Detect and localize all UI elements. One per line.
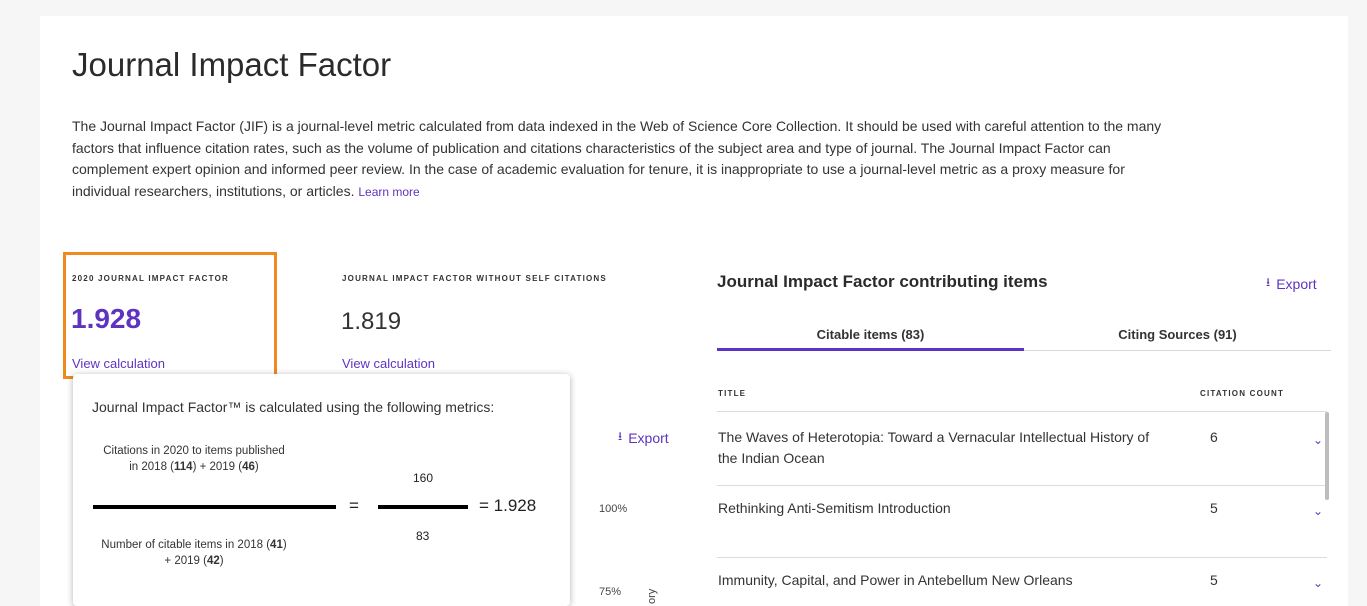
tab-citable-items[interactable]: Citable items (83) <box>717 327 1024 342</box>
chevron-down-icon[interactable]: ⌄ <box>1313 576 1323 590</box>
table-row-count: 5 <box>1210 500 1218 516</box>
description-text: The Journal Impact Factor (JIF) is a jou… <box>72 118 1162 199</box>
row-separator <box>717 557 1327 558</box>
page-description: The Journal Impact Factor (JIF) is a jou… <box>72 116 1172 203</box>
jif-result: = 1.928 <box>479 496 537 515</box>
numerator-line2: in 2018 (114) + 2019 (46) <box>129 461 259 473</box>
table-scrollbar[interactable] <box>1325 412 1329 500</box>
axis-100-label: 100% <box>599 503 628 515</box>
fraction-bar-left <box>93 505 336 509</box>
header-separator <box>717 411 1327 412</box>
active-tab-indicator <box>717 348 1024 351</box>
download-icon: ⭳ <box>618 429 623 443</box>
column-header-title[interactable]: TITLE <box>718 389 746 398</box>
self-citations-label: JOURNAL IMPACT FACTOR WITHOUT SELF CITAT… <box>342 274 607 283</box>
tab-citing-sources[interactable]: Citing Sources (91) <box>1024 327 1331 342</box>
table-row-title: Immunity, Capital, and Power in Antebell… <box>718 572 1073 588</box>
table-row-count: 6 <box>1210 429 1218 445</box>
denominator-label: Number of citable items in 2018 (41) + 2… <box>89 537 299 569</box>
chart-export-label: Export <box>628 429 669 446</box>
row-separator <box>717 485 1327 486</box>
denominator-value: 83 <box>416 529 430 543</box>
page-title: Journal Impact Factor <box>72 46 392 83</box>
numerator-label: Citations in 2020 to items published in … <box>89 443 299 475</box>
axis-75-label: 75% <box>599 586 622 598</box>
popover-title: Journal Impact Factor™ is calculated usi… <box>92 399 495 415</box>
column-header-citation-count[interactable]: CITATION COUNT <box>1200 389 1284 398</box>
contributing-export-label: Export <box>1276 275 1317 292</box>
calculation-popover: Journal Impact Factor™ is calculated usi… <box>73 374 570 606</box>
table-row-title: Rethinking Anti-Semitism Introduction <box>718 500 951 516</box>
chevron-down-icon[interactable]: ⌄ <box>1313 433 1323 447</box>
download-icon: ⭳ <box>1266 275 1271 289</box>
vertical-axis-label: ory <box>646 588 658 604</box>
table-row-title: The Waves of Heterotopia: Toward a Verna… <box>718 429 1150 466</box>
learn-more-link[interactable]: Learn more <box>358 185 419 199</box>
denominator-line2: + 2019 (42) <box>164 555 224 567</box>
numerator-value: 160 <box>413 471 434 485</box>
contributing-export-button[interactable]: ⭳ Export <box>1266 273 1317 294</box>
chevron-down-icon[interactable]: ⌄ <box>1313 504 1323 518</box>
jif-highlight-box <box>63 252 277 379</box>
denominator-line1: Number of citable items in 2018 (41) <box>101 539 287 551</box>
contributing-items-heading: Journal Impact Factor contributing items <box>717 272 1048 291</box>
self-view-calculation-link[interactable]: View calculation <box>342 356 435 371</box>
table-row-count: 5 <box>1210 572 1218 588</box>
fraction-bar-right <box>378 505 468 509</box>
equals-sign: = <box>349 496 359 515</box>
chart-export-button[interactable]: ⭳ Export <box>618 427 669 448</box>
numerator-line1: Citations in 2020 to items published <box>103 445 285 457</box>
self-citations-value: 1.819 <box>341 308 402 335</box>
